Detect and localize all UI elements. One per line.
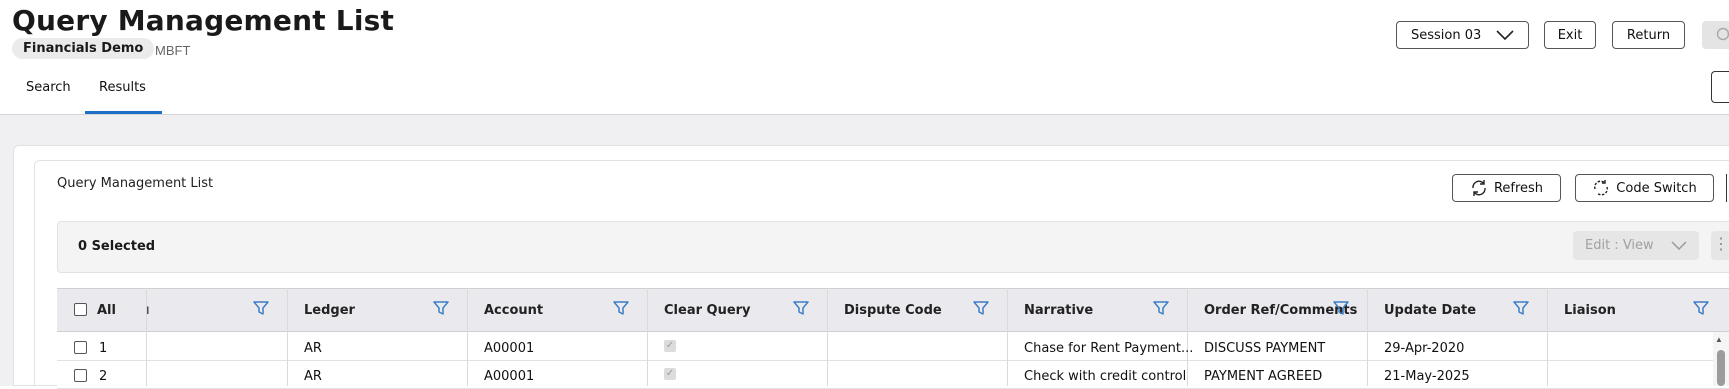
code-switch-icon — [1594, 180, 1609, 196]
edit-view-label: Edit : View — [1585, 238, 1654, 253]
company-code: MBFT — [155, 43, 191, 58]
return-button[interactable]: Return — [1612, 21, 1685, 49]
chevron-down-icon — [1496, 30, 1514, 40]
column-divider — [1367, 288, 1368, 386]
cell-account: A00001 — [484, 341, 535, 356]
session-dropdown[interactable]: Session 03 — [1396, 21, 1529, 49]
chevron-down-icon — [1671, 241, 1687, 250]
kebab-menu-icon[interactable]: ⋮ — [1711, 231, 1729, 260]
column-header-narrative[interactable]: Narrative — [1024, 288, 1093, 332]
cell-narrative: Check with credit control — [1024, 369, 1187, 384]
cell-order-ref: DISCUSS PAYMENT — [1204, 341, 1326, 356]
edit-view-dropdown[interactable]: Edit : View — [1573, 231, 1699, 260]
cell-update-date: 21-May-2025 — [1384, 369, 1470, 384]
session-label: Session 03 — [1411, 27, 1482, 43]
page-title: Query Management List — [12, 4, 395, 37]
tab-search[interactable]: Search — [26, 80, 71, 95]
column-divider — [827, 288, 828, 386]
row-number: 2 — [99, 369, 108, 384]
clear-query-checkbox: ✓ — [664, 340, 676, 352]
column-header-update-date[interactable]: Update Date — [1384, 288, 1476, 332]
search-button[interactable] — [1702, 21, 1729, 49]
selected-count: 0 Selected — [78, 239, 156, 254]
code-switch-label: Code Switch — [1616, 180, 1697, 196]
panel-title: Query Management List — [57, 176, 214, 191]
tab-results[interactable]: Results — [99, 80, 146, 95]
scroll-up-icon[interactable]: ▲ — [1715, 335, 1723, 344]
row-number: 1 — [99, 341, 108, 356]
select-all-label: All — [97, 302, 116, 318]
column-header-ledger[interactable]: Ledger — [304, 288, 355, 332]
column-header-account[interactable]: Account — [484, 288, 543, 332]
filter-icon[interactable] — [1512, 299, 1530, 317]
refresh-button[interactable]: Refresh — [1452, 174, 1561, 202]
cell-order-ref: PAYMENT AGREED — [1204, 369, 1323, 384]
column-divider — [1547, 288, 1548, 386]
clear-query-checkbox: ✓ — [664, 368, 676, 380]
side-panel-toggle[interactable] — [1711, 71, 1729, 103]
refresh-label: Refresh — [1493, 180, 1544, 196]
column-divider — [1007, 288, 1008, 386]
column-divider — [647, 288, 648, 386]
code-switch-button[interactable]: Code Switch — [1575, 174, 1714, 202]
row-checkbox[interactable] — [74, 369, 87, 382]
column-divider — [1187, 288, 1188, 386]
column-header-clear-query[interactable]: Clear Query — [664, 288, 751, 332]
cell-narrative: Chase for Rent Payment... — [1024, 341, 1194, 356]
scrollbar-thumb[interactable] — [1717, 350, 1725, 386]
filter-icon[interactable] — [432, 299, 450, 317]
cell-update-date: 29-Apr-2020 — [1384, 341, 1465, 356]
filter-icon[interactable] — [612, 299, 630, 317]
column-divider — [467, 288, 468, 386]
filter-icon[interactable] — [252, 299, 270, 317]
company-badge: Financials Demo — [12, 38, 155, 59]
row-checkbox[interactable] — [74, 341, 87, 354]
column-header-dispute-code[interactable]: Dispute Code — [844, 288, 942, 332]
filter-icon[interactable] — [1692, 299, 1710, 317]
exit-button[interactable]: Exit — [1544, 21, 1596, 49]
search-icon — [1716, 27, 1729, 41]
filter-icon[interactable] — [1332, 299, 1350, 317]
cell-account: A00001 — [484, 369, 535, 384]
filter-icon[interactable] — [972, 299, 990, 317]
column-divider — [287, 288, 288, 386]
selection-bar — [57, 221, 1729, 273]
column-header-liaison[interactable]: Liaison — [1564, 288, 1616, 332]
cell-ledger: AR — [304, 369, 322, 384]
cell-ledger: AR — [304, 341, 322, 356]
select-all-checkbox[interactable] — [74, 303, 87, 316]
refresh-icon — [1472, 180, 1486, 196]
filter-icon[interactable] — [792, 299, 810, 317]
filter-icon[interactable] — [1152, 299, 1170, 317]
column-divider — [146, 288, 147, 386]
